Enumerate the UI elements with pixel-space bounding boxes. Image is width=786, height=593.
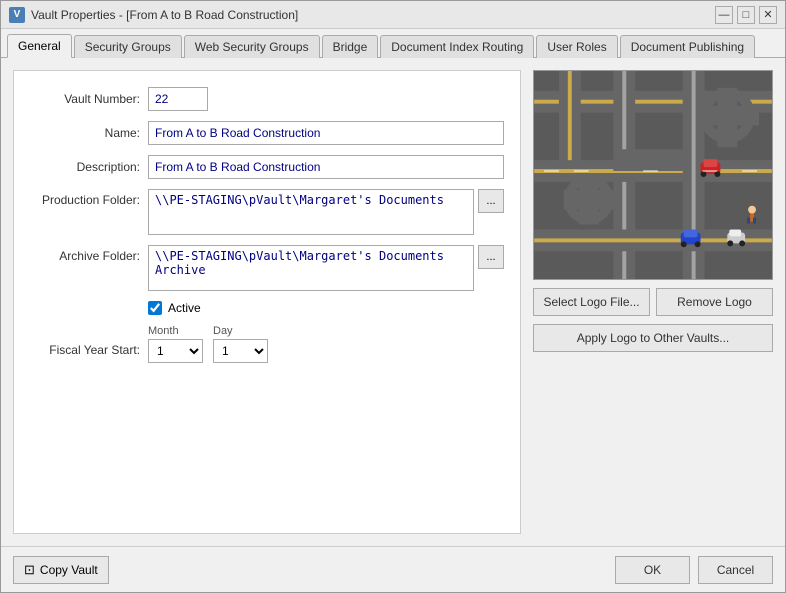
ok-button[interactable]: OK <box>615 556 690 584</box>
month-group: Month 1 2 3 4 5 6 7 8 9 10 11 <box>148 325 203 363</box>
production-folder-input[interactable]: \\PE-STAGING\pVault\Margaret's Documents <box>148 189 474 235</box>
name-row: Name: <box>30 121 504 145</box>
close-button[interactable]: ✕ <box>759 6 777 24</box>
remove-logo-button[interactable]: Remove Logo <box>656 288 773 316</box>
footer: ⊡ Copy Vault OK Cancel <box>1 546 785 592</box>
logo-button-row: Select Logo File... Remove Logo <box>533 288 773 316</box>
active-row: Active <box>30 301 504 315</box>
footer-right: OK Cancel <box>615 556 773 584</box>
fiscal-year-label: Fiscal Year Start: <box>30 325 140 357</box>
app-icon: V <box>9 7 25 23</box>
minimize-button[interactable]: — <box>715 6 733 24</box>
tab-security-groups[interactable]: Security Groups <box>74 35 182 58</box>
left-panel: Vault Number: Name: Description: Product… <box>13 70 521 534</box>
tab-bar: General Security Groups Web Security Gro… <box>1 29 785 58</box>
vault-number-input[interactable] <box>148 87 208 111</box>
archive-folder-browse-button[interactable]: ... <box>478 245 504 269</box>
apply-logo-button[interactable]: Apply Logo to Other Vaults... <box>533 324 773 352</box>
tab-general[interactable]: General <box>7 34 72 58</box>
title-bar: V Vault Properties - [From A to B Road C… <box>1 1 785 29</box>
name-label: Name: <box>30 126 140 140</box>
copy-icon: ⊡ <box>24 562 35 578</box>
month-label: Month <box>148 325 203 337</box>
vault-number-label: Vault Number: <box>30 92 140 106</box>
window-title: Vault Properties - [From A to B Road Con… <box>31 8 709 22</box>
tab-user-roles[interactable]: User Roles <box>536 35 617 58</box>
archive-folder-wrap: \\PE-STAGING\pVault\Margaret's Documents… <box>148 245 504 291</box>
tab-web-security-groups[interactable]: Web Security Groups <box>184 35 320 58</box>
content-area: Vault Number: Name: Description: Product… <box>1 58 785 546</box>
copy-vault-label: Copy Vault <box>40 563 98 577</box>
road-illustration <box>534 71 772 279</box>
select-logo-file-button[interactable]: Select Logo File... <box>533 288 650 316</box>
production-folder-label: Production Folder: <box>30 189 140 207</box>
tab-bridge[interactable]: Bridge <box>322 35 379 58</box>
active-checkbox[interactable] <box>148 301 162 315</box>
logo-preview <box>533 70 773 280</box>
cancel-button[interactable]: Cancel <box>698 556 773 584</box>
archive-folder-row: Archive Folder: \\PE-STAGING\pVault\Marg… <box>30 245 504 291</box>
tab-document-index-routing[interactable]: Document Index Routing <box>380 35 534 58</box>
active-label: Active <box>168 301 201 315</box>
title-buttons: — □ ✕ <box>715 6 777 24</box>
name-input[interactable] <box>148 121 504 145</box>
production-folder-row: Production Folder: \\PE-STAGING\pVault\M… <box>30 189 504 235</box>
day-group: Day 1 2 3 4 5 6 7 8 9 10 11 <box>213 325 268 363</box>
copy-vault-button[interactable]: ⊡ Copy Vault <box>13 556 109 584</box>
tab-document-publishing[interactable]: Document Publishing <box>620 35 755 58</box>
main-window: V Vault Properties - [From A to B Road C… <box>0 0 786 593</box>
fiscal-year-row: Fiscal Year Start: Month 1 2 3 4 5 6 7 8 <box>30 325 504 363</box>
description-input[interactable] <box>148 155 504 179</box>
right-panel: Select Logo File... Remove Logo Apply Lo… <box>533 70 773 534</box>
production-folder-browse-button[interactable]: ... <box>478 189 504 213</box>
description-label: Description: <box>30 160 140 174</box>
vault-number-row: Vault Number: <box>30 87 504 111</box>
description-row: Description: <box>30 155 504 179</box>
production-folder-wrap: \\PE-STAGING\pVault\Margaret's Documents… <box>148 189 504 235</box>
day-select[interactable]: 1 2 3 4 5 6 7 8 9 10 11 12 13 <box>213 339 268 363</box>
fiscal-inputs: Month 1 2 3 4 5 6 7 8 9 10 11 <box>148 325 268 363</box>
archive-folder-label: Archive Folder: <box>30 245 140 263</box>
month-select[interactable]: 1 2 3 4 5 6 7 8 9 10 11 12 <box>148 339 203 363</box>
archive-folder-input[interactable]: \\PE-STAGING\pVault\Margaret's Documents… <box>148 245 474 291</box>
maximize-button[interactable]: □ <box>737 6 755 24</box>
day-label: Day <box>213 325 268 337</box>
